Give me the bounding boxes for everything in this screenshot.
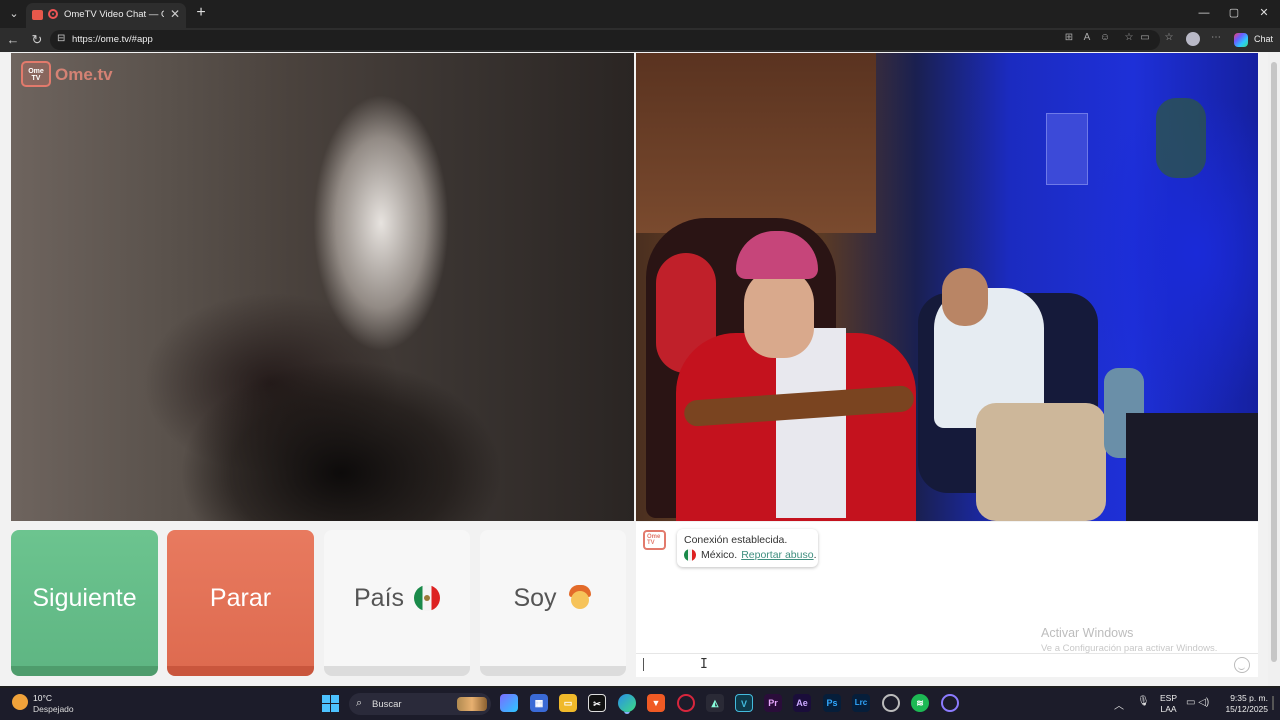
favorites-icon[interactable]: ☆ (1162, 31, 1176, 45)
back-icon[interactable]: ← (4, 31, 22, 49)
country-filter-button[interactable]: País (324, 530, 470, 676)
copilot-chat-button[interactable]: Chat (1232, 31, 1276, 49)
connection-status: Conexión establecida. (684, 534, 788, 546)
refresh-icon[interactable]: ↻ (28, 31, 46, 49)
recording-icon (48, 9, 58, 19)
store-app-icon[interactable]: ▦ (530, 694, 548, 712)
system-message-bubble: Conexión establecida. México. Reportar a… (677, 529, 818, 567)
input-language-indicator[interactable]: ESP LAA (1160, 693, 1177, 715)
copilot-label: Chat (1254, 34, 1274, 44)
brave-browser-icon[interactable]: ▼ (647, 694, 665, 712)
copilot-app-icon[interactable] (500, 694, 518, 712)
gender-label: Soy (513, 583, 557, 612)
taskbar-clock[interactable]: 9:35 p. m. 15/12/2025 (1222, 693, 1268, 715)
gender-filter-button[interactable]: Soy (480, 530, 626, 676)
video-desk (1126, 413, 1258, 521)
lightroom-app-icon[interactable]: Lrc (852, 694, 870, 712)
after-effects-app-icon[interactable]: Ae (793, 694, 811, 712)
local-camera-video (11, 53, 634, 521)
tab-group-icon (32, 10, 43, 20)
activate-windows-watermark-title: Activar Windows (1041, 626, 1134, 640)
search-icon: ⌕ (356, 697, 363, 709)
show-desktop-divider[interactable] (1272, 696, 1274, 710)
tracking-prevention-icon[interactable]: ☺ (1098, 31, 1112, 45)
mouse-ibeam-cursor: I (700, 657, 708, 672)
country-label: País (353, 583, 405, 612)
text-caret (643, 658, 644, 671)
tab-actions-menu-icon[interactable]: ⌄ (4, 4, 24, 24)
ome-logo[interactable]: Ome TV Ome.tv (21, 60, 121, 88)
video-plant (1156, 98, 1206, 178)
page-scrollbar[interactable] (1268, 52, 1280, 686)
taskbar-search-box[interactable]: ⌕ Buscar (349, 693, 491, 715)
spotify-app-icon[interactable]: ≋ (911, 694, 929, 712)
chat-system-avatar-icon: Ome TV (643, 530, 666, 550)
stop-button[interactable]: Parar (167, 530, 314, 676)
windows-taskbar (0, 688, 1280, 720)
browser-tab[interactable]: OmeTV Video Chat — Omegle ✕ (26, 3, 186, 28)
video-second-face (942, 268, 988, 326)
stranger-country: México. (701, 549, 738, 561)
edge-browser-icon[interactable] (618, 694, 636, 712)
tray-overflow-chevron-icon[interactable]: ︿ (1114, 697, 1124, 712)
tv-logo-icon: Ome TV (21, 61, 51, 87)
media-icon[interactable]: ▭ (1138, 31, 1152, 45)
vegas-app-icon[interactable]: V (735, 694, 753, 712)
browser-toolbar: ← ↻ ⊟ https://ome.tv/#app ⊞ A ☺ ☆ ▭ ☆ ⋯ … (0, 28, 1280, 52)
network-volume-icons[interactable]: ▭ ◁) (1186, 697, 1209, 708)
tab-title: OmeTV Video Chat — Omegle (64, 9, 164, 20)
weather-widget[interactable]: 10°C Despejado (12, 692, 92, 718)
copilot-icon (1234, 33, 1248, 47)
favorite-star-icon[interactable]: ☆ (1122, 31, 1136, 45)
opera-browser-icon[interactable] (677, 694, 695, 712)
capcut-app-icon[interactable]: ✂ (588, 694, 606, 712)
video-wardrobe (636, 53, 876, 233)
video-person-face (744, 268, 814, 358)
mexico-flag-icon (414, 585, 441, 611)
emoji-picker-icon[interactable] (1234, 657, 1250, 673)
restore-button[interactable]: ▢ (1224, 5, 1244, 21)
stranger-country-line: México. Reportar abuso. (684, 549, 817, 561)
cortana-app-icon[interactable] (941, 694, 959, 712)
photoshop-app-icon[interactable]: Ps (823, 694, 841, 712)
logo-text: Ome.tv (55, 65, 113, 84)
more-options-icon[interactable]: ⋯ (1209, 31, 1223, 45)
microphone-icon[interactable]: 🎙 (1137, 696, 1150, 707)
obs-app-icon[interactable] (882, 694, 900, 712)
weather-moon-icon (12, 694, 28, 710)
minimize-button[interactable]: — (1194, 5, 1214, 21)
new-tab-button[interactable]: + (192, 3, 210, 23)
site-info-icon[interactable]: ⊟ (57, 33, 65, 44)
video-wall-light (1046, 113, 1088, 185)
translate-icon[interactable]: A (1080, 31, 1094, 45)
search-label: Buscar (372, 699, 402, 710)
file-explorer-icon[interactable]: ▭ (559, 694, 577, 712)
clock-date: 15/12/2025 (1225, 704, 1268, 714)
stop-label: Parar (209, 583, 272, 612)
clock-time: 9:35 p. m. (1230, 693, 1268, 703)
chat-message-input[interactable] (636, 653, 1258, 677)
next-label: Siguiente (32, 583, 137, 612)
report-abuse-link[interactable]: Reportar abuso (741, 549, 813, 561)
weather-condition: Despejado (33, 704, 74, 714)
stranger-video (636, 53, 1258, 521)
premiere-app-icon[interactable]: Pr (764, 694, 782, 712)
boy-emoji-icon (567, 585, 593, 611)
mexico-flag-icon (684, 549, 696, 561)
close-window-button[interactable]: ✕ (1254, 5, 1274, 21)
profile-avatar[interactable] (1186, 32, 1200, 46)
next-button[interactable]: Siguiente (11, 530, 158, 676)
address-bar[interactable]: ⊟ https://ome.tv/#app (50, 30, 1160, 50)
weather-temperature: 10°C (33, 693, 52, 703)
url-text: https://ome.tv/#app (72, 34, 153, 45)
video-second-pants (976, 403, 1106, 521)
app-available-icon[interactable]: ⊞ (1062, 31, 1076, 45)
search-highlight-image (457, 697, 487, 711)
windows-start-icon[interactable] (322, 695, 339, 712)
tab-close-icon[interactable]: ✕ (170, 7, 180, 21)
widget-app-icon[interactable]: ◭ (706, 694, 724, 712)
scrollbar-thumb[interactable] (1271, 62, 1277, 662)
